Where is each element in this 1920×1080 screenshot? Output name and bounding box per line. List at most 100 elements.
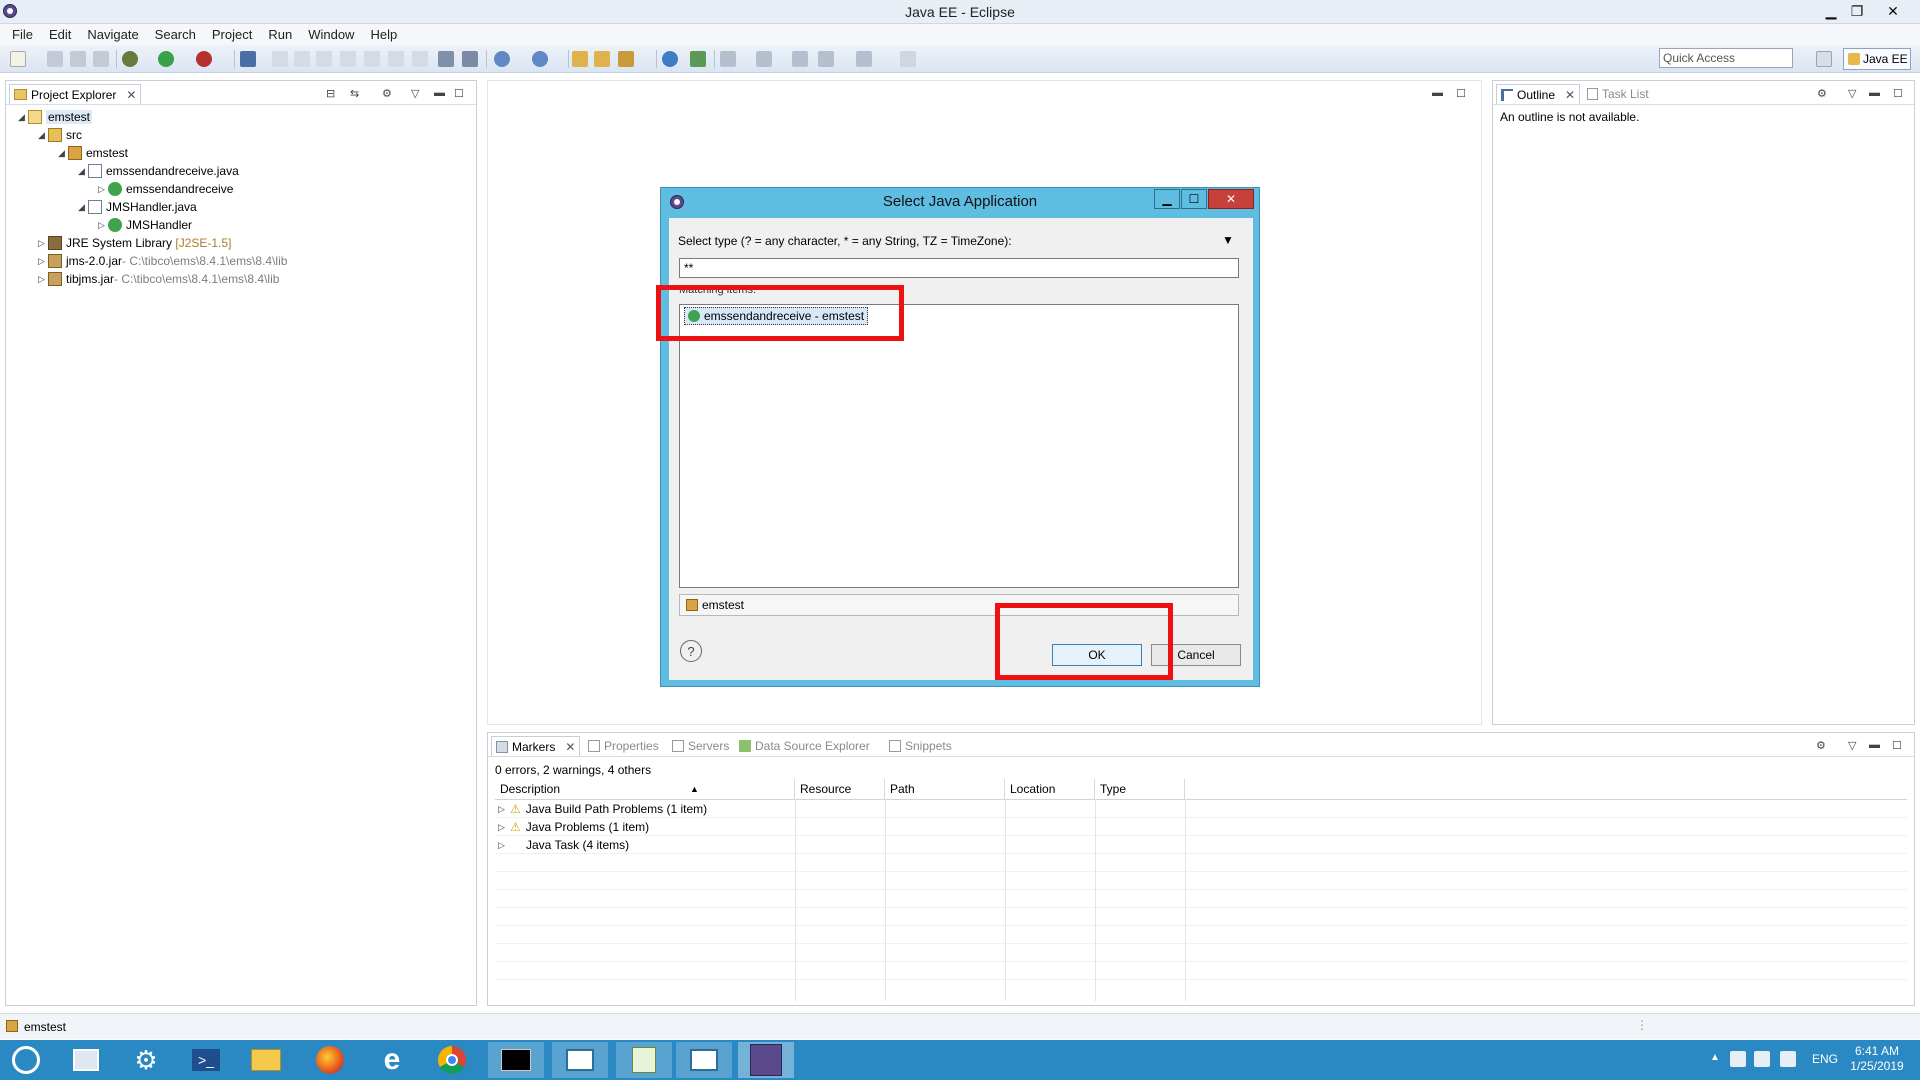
- table-row[interactable]: ▷ ⚠ Java Problems (1 item): [498, 818, 649, 836]
- maximize-editor-icon[interactable]: ☐: [1456, 87, 1466, 100]
- step-return-icon[interactable]: [388, 51, 404, 67]
- forward-icon[interactable]: [856, 51, 872, 67]
- table-row[interactable]: ▷ ⚠ Java Build Path Problems (1 item): [498, 800, 707, 818]
- collapse-all-icon[interactable]: ⊟: [326, 87, 335, 100]
- tab-outline[interactable]: Outline ✕: [1496, 84, 1581, 104]
- next-annotation-icon[interactable]: [720, 51, 736, 67]
- tab-markers[interactable]: Markers ✕: [491, 736, 581, 756]
- pin-editor-icon[interactable]: [900, 51, 916, 67]
- column-header-resource[interactable]: Resource: [795, 779, 885, 799]
- dialog-minimize-button[interactable]: ▁: [1154, 189, 1180, 209]
- dialog-close-button[interactable]: ✕: [1208, 189, 1254, 209]
- view-menu-chevron-icon[interactable]: ▽: [1848, 739, 1856, 752]
- previous-annotation-icon[interactable]: [756, 51, 772, 67]
- maximize-view-icon[interactable]: ☐: [454, 87, 464, 100]
- minimize-editor-icon[interactable]: ▬: [1432, 87, 1443, 99]
- collapsed-icon[interactable]: ▷: [38, 274, 48, 285]
- dialog-maximize-button[interactable]: ☐: [1181, 189, 1207, 209]
- suspend-icon[interactable]: [294, 51, 310, 67]
- taskbar-powershell[interactable]: >_: [178, 1042, 234, 1078]
- tab-servers[interactable]: Servers: [668, 736, 733, 756]
- expanded-icon[interactable]: ◢: [78, 166, 88, 177]
- close-tab-icon[interactable]: ✕: [1565, 88, 1575, 102]
- language-indicator[interactable]: ENG: [1812, 1052, 1838, 1066]
- minimize-view-icon[interactable]: ▬: [1869, 739, 1880, 751]
- help-icon[interactable]: ?: [680, 640, 702, 662]
- dialog-menu-icon[interactable]: ▼: [1222, 233, 1234, 247]
- menu-project[interactable]: Project: [204, 27, 260, 42]
- browser-icon[interactable]: [662, 51, 678, 67]
- view-menu-chevron-icon[interactable]: ▽: [411, 87, 419, 100]
- column-header-description[interactable]: Description ▲: [495, 779, 795, 799]
- taskbar-firefox[interactable]: [302, 1042, 358, 1078]
- column-header-location[interactable]: Location: [1005, 779, 1095, 799]
- taskbar-eclipse[interactable]: [738, 1042, 794, 1078]
- tab-properties[interactable]: Properties: [584, 736, 663, 756]
- step-into-icon[interactable]: [340, 51, 356, 67]
- print-icon[interactable]: [93, 51, 109, 67]
- new-icon[interactable]: [10, 51, 26, 67]
- taskbar-window-app[interactable]: [552, 1042, 608, 1078]
- drop-to-frame-icon[interactable]: [412, 51, 428, 67]
- new-server-icon[interactable]: [494, 51, 510, 67]
- start-button[interactable]: [0, 1042, 52, 1078]
- view-menu-icon[interactable]: ⚙: [1817, 87, 1827, 100]
- step-over-icon[interactable]: [364, 51, 380, 67]
- tree-item-jms-jar[interactable]: ▷ jms-2.0.jar - C:\tibco\ems\8.4.1\ems\8…: [38, 252, 287, 270]
- taskbar-window-app-2[interactable]: [676, 1042, 732, 1078]
- run-icon[interactable]: [158, 51, 174, 67]
- collapsed-icon[interactable]: ▷: [498, 822, 508, 833]
- tab-task-list[interactable]: Task List: [1583, 84, 1653, 104]
- expanded-icon[interactable]: ◢: [78, 202, 88, 213]
- collapsed-icon[interactable]: ▷: [498, 840, 508, 851]
- tree-item-jre-system-library[interactable]: ▷ JRE System Library [J2SE-1.5]: [38, 234, 231, 252]
- close-button[interactable]: ✕: [1880, 0, 1906, 22]
- tray-volume-icon[interactable]: [1754, 1051, 1770, 1067]
- tree-item-emstest-project[interactable]: ◢ emstest: [18, 108, 93, 126]
- taskbar-command-prompt[interactable]: [488, 1042, 544, 1078]
- column-header-path[interactable]: Path: [885, 779, 1005, 799]
- tree-item-jmshandler-class[interactable]: ▷ JMSHandler: [98, 216, 192, 234]
- tree-item-emssendandreceive-java[interactable]: ◢ emssendandreceive.java: [78, 162, 239, 180]
- search-icon[interactable]: [618, 51, 634, 67]
- minimize-button[interactable]: ▁: [1818, 0, 1844, 22]
- open-task-icon[interactable]: [594, 51, 610, 67]
- use-step-filters-icon[interactable]: [438, 51, 454, 67]
- link-with-editor-icon[interactable]: ⇆: [350, 87, 359, 100]
- menu-file[interactable]: File: [4, 27, 41, 42]
- taskbar-notepad[interactable]: [616, 1042, 672, 1078]
- collapsed-icon[interactable]: ▷: [98, 184, 108, 195]
- matching-items-list[interactable]: emssendandreceive - emstest: [679, 304, 1239, 588]
- tray-display-icon[interactable]: [1780, 1051, 1796, 1067]
- taskbar-file-explorer[interactable]: [238, 1042, 294, 1078]
- expanded-icon[interactable]: ◢: [38, 130, 48, 141]
- debug-icon[interactable]: [122, 51, 138, 67]
- tray-network-icon[interactable]: [1730, 1051, 1746, 1067]
- open-type-icon[interactable]: [572, 51, 588, 67]
- tree-item-package-emstest[interactable]: ◢ emstest: [58, 144, 128, 162]
- new-web-service-icon[interactable]: [532, 51, 548, 67]
- maximize-view-icon[interactable]: ☐: [1893, 87, 1903, 100]
- view-menu-icon[interactable]: ⚙: [1816, 739, 1826, 752]
- column-header-type[interactable]: Type: [1095, 779, 1185, 799]
- menu-help[interactable]: Help: [362, 27, 405, 42]
- close-tab-icon[interactable]: ✕: [126, 88, 136, 102]
- annotation-icon[interactable]: [690, 51, 706, 67]
- expanded-icon[interactable]: ◢: [58, 148, 68, 159]
- skip-breakpoints-icon[interactable]: [240, 51, 256, 67]
- menu-edit[interactable]: Edit: [41, 27, 79, 42]
- taskbar-settings[interactable]: ⚙: [118, 1042, 174, 1078]
- tray-expand-icon[interactable]: ▲: [1710, 1052, 1720, 1063]
- external-tools-icon[interactable]: [196, 51, 212, 67]
- collapsed-icon[interactable]: ▷: [98, 220, 108, 231]
- maximize-view-icon[interactable]: ☐: [1892, 739, 1902, 752]
- taskbar-server-manager[interactable]: [58, 1042, 114, 1078]
- restore-button[interactable]: ❐: [1844, 0, 1870, 22]
- tree-item-tibjms-jar[interactable]: ▷ tibjms.jar - C:\tibco\ems\8.4.1\ems\8.…: [38, 270, 279, 288]
- menu-search[interactable]: Search: [147, 27, 204, 42]
- tree-item-src[interactable]: ◢ src: [38, 126, 82, 144]
- tree-item-jmshandler-java[interactable]: ◢ JMSHandler.java: [78, 198, 197, 216]
- tree-item-emssendandreceive-class[interactable]: ▷ emssendandreceive: [98, 180, 233, 198]
- taskbar-chrome[interactable]: [424, 1042, 480, 1078]
- save-icon[interactable]: [47, 51, 63, 67]
